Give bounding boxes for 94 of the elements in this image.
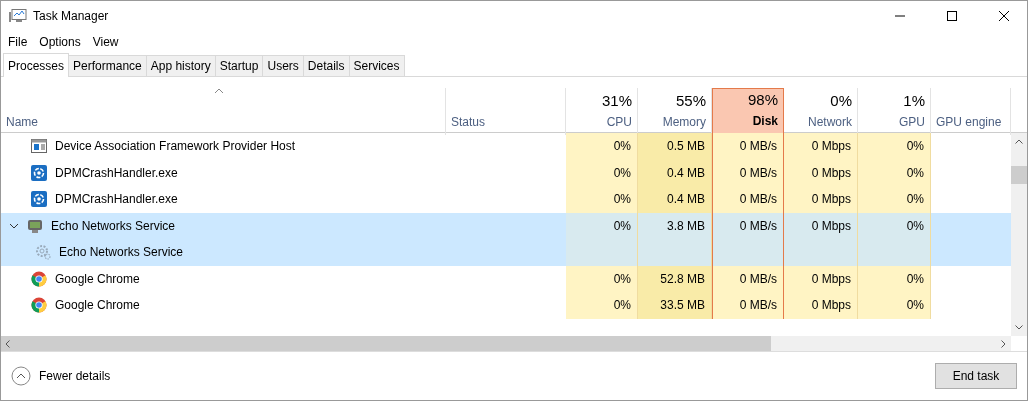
column-header[interactable]: GPU engine	[931, 88, 1011, 135]
process-name: Google Chrome	[55, 270, 140, 288]
process-name: Echo Networks Service	[51, 217, 176, 235]
column-label: Disk	[752, 112, 778, 130]
window-icon	[31, 139, 47, 154]
table-cell: 0%	[858, 133, 931, 160]
column-label: Memory	[662, 113, 706, 131]
column-header[interactable]: Name	[1, 88, 446, 135]
process-name: Echo Networks Service	[59, 244, 184, 262]
tab[interactable]: Performance	[68, 55, 147, 76]
column-summary: 1%	[903, 91, 925, 111]
table-cell: 0 MB/s	[712, 292, 784, 319]
tab[interactable]: Users	[262, 55, 304, 76]
process-row[interactable]: Google Chrome 0% 52.8 MB 0 MB/s 0 Mbps 0%	[1, 265, 1011, 292]
tab[interactable]: Services	[348, 55, 405, 76]
column-summary: 31%	[601, 91, 632, 111]
menu-item[interactable]: View	[92, 33, 119, 51]
expand-chevron-icon[interactable]	[9, 222, 19, 229]
column-label: Network	[808, 113, 852, 131]
table-cell: 0 Mbps	[784, 212, 858, 239]
table-cell: 0%	[858, 186, 931, 213]
process-row[interactable]: Echo Networks Service	[1, 239, 1011, 266]
tab[interactable]: Startup	[214, 55, 264, 76]
column-label: GPU	[899, 113, 925, 131]
gear-icon	[31, 164, 47, 181]
tab[interactable]: Details	[302, 55, 350, 76]
scroll-left-icon[interactable]	[5, 339, 10, 348]
chrome-icon	[31, 270, 47, 287]
tab[interactable]: Processes	[3, 53, 70, 77]
scroll-down-icon[interactable]	[1015, 325, 1023, 330]
maximize-icon	[947, 11, 957, 21]
table-cell: 0 MB/s	[712, 159, 784, 186]
scroll-right-icon[interactable]	[1001, 339, 1006, 348]
table-cell: 0%	[858, 292, 931, 319]
window-title: Task Manager	[33, 8, 110, 25]
table-cell: 0%	[566, 212, 638, 239]
table-cell: 0%	[858, 265, 931, 292]
column-header[interactable]: 98% Disk	[712, 88, 784, 135]
column-summary: 55%	[675, 91, 706, 111]
vertical-scrollbar[interactable]	[1011, 133, 1027, 336]
table-cell: 0%	[566, 292, 638, 319]
end-task-button[interactable]: End task	[935, 363, 1017, 389]
table-cell: 0%	[566, 265, 638, 292]
process-name: DPMCrashHandler.exe	[55, 164, 178, 182]
table-cell: 0%	[566, 186, 638, 213]
scroll-thumb[interactable]	[1, 336, 771, 351]
column-label: Name	[6, 113, 38, 131]
column-header[interactable]: Status	[446, 88, 566, 135]
process-row[interactable]: DPMCrashHandler.exe 0% 0.4 MB 0 MB/s 0 Mbps 0%	[1, 159, 1011, 186]
table-cell: 0%	[566, 133, 638, 160]
table-cell: 0 MB/s	[712, 186, 784, 213]
process-row[interactable]: Device Association Framework Provider Host 0% 0.5 MB 0 MB/s 0 Mbps 0%	[1, 133, 1011, 160]
table-cell: 3.8 MB	[638, 212, 712, 239]
process-name: Google Chrome	[55, 297, 140, 315]
chevron-circle-icon	[11, 366, 31, 386]
process-name: DPMCrashHandler.exe	[55, 191, 178, 209]
table-cell: 0.5 MB	[638, 133, 712, 160]
process-row[interactable]: Google Chrome 0% 33.5 MB 0 MB/s 0 Mbps 0%	[1, 292, 1011, 319]
table-cell: 52.8 MB	[638, 265, 712, 292]
table-cell: 0 MB/s	[712, 212, 784, 239]
tab[interactable]: App history	[145, 55, 216, 76]
table-cell: 0%	[858, 212, 931, 239]
table-cell: 0 Mbps	[784, 292, 858, 319]
gear-icon	[31, 191, 47, 208]
fewer-details-toggle[interactable]: Fewer details	[11, 366, 111, 386]
table-cell: 0%	[858, 159, 931, 186]
table-cell: 0%	[566, 159, 638, 186]
scroll-thumb[interactable]	[1011, 166, 1027, 184]
column-summary: 98%	[747, 90, 778, 110]
table-cell: 0 Mbps	[784, 265, 858, 292]
column-label: Status	[451, 113, 486, 131]
column-label: CPU	[606, 113, 632, 131]
monitor-icon	[27, 217, 43, 234]
gear-icon	[35, 244, 51, 261]
process-name: Device Association Framework Provider Host	[55, 138, 296, 156]
menu-item[interactable]: Options	[39, 33, 81, 51]
table-cell: 0 Mbps	[784, 133, 858, 160]
menu-item[interactable]: File	[8, 33, 28, 51]
column-label: GPU engine	[936, 113, 1002, 131]
scroll-up-icon[interactable]	[1015, 139, 1023, 144]
table-cell: 0 Mbps	[784, 186, 858, 213]
table-cell: 33.5 MB	[638, 292, 712, 319]
table-cell: 0.4 MB	[638, 186, 712, 213]
process-row[interactable]: DPMCrashHandler.exe 0% 0.4 MB 0 MB/s 0 Mbps 0%	[1, 186, 1011, 213]
table-cell: 0.4 MB	[638, 159, 712, 186]
close-icon	[999, 11, 1009, 21]
app-monitor-icon	[9, 9, 27, 23]
horizontal-scrollbar[interactable]	[1, 336, 1011, 351]
process-row[interactable]: Echo Networks Service 0% 3.8 MB 0 MB/s 0 Mbps 0%	[1, 212, 1011, 239]
column-summary: 0%	[830, 91, 852, 111]
table-cell: 0 MB/s	[712, 133, 784, 160]
table-cell: 0 MB/s	[712, 265, 784, 292]
chrome-icon	[31, 297, 47, 314]
table-cell: 0 Mbps	[784, 159, 858, 186]
